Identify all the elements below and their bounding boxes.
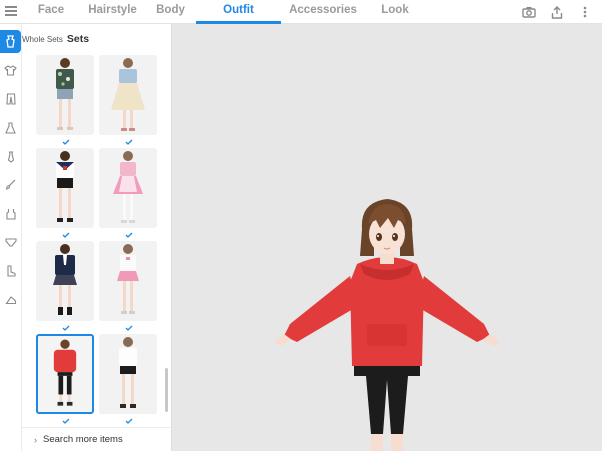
set-red-hoodie-selected[interactable] (36, 334, 94, 414)
top-bar: Face Hairstyle Body Outfit Accessories L… (0, 0, 602, 24)
tab-body[interactable]: Body (145, 0, 196, 24)
avatar-model (274, 199, 500, 451)
check-icon (125, 232, 133, 238)
check-icon (125, 139, 133, 145)
check-icon (62, 325, 70, 331)
sets-grid (36, 55, 160, 443)
hamburger-menu-icon[interactable] (4, 4, 18, 16)
sets-icon[interactable] (0, 30, 21, 53)
camera-icon[interactable] (520, 3, 538, 21)
set-white-top-pink-skirt[interactable] (99, 241, 157, 321)
underwear-icon[interactable] (0, 231, 21, 254)
check-icon (62, 232, 70, 238)
tab-face[interactable]: Face (22, 0, 80, 24)
top-actions (520, 2, 594, 22)
shoes-icon[interactable] (0, 288, 21, 311)
set-floral-shirt-shorts[interactable] (36, 55, 94, 135)
check-icon (62, 139, 70, 145)
breadcrumb-whole-sets[interactable]: Whole Sets (22, 35, 63, 44)
avatar-thumbnail (111, 58, 145, 131)
brush-icon[interactable] (0, 173, 21, 196)
avatar-viewport[interactable] (172, 24, 602, 451)
panel-title: Sets (66, 33, 90, 45)
avatar-thumbnail (113, 151, 143, 223)
more-vertical-icon[interactable] (576, 3, 594, 21)
check-icon (62, 418, 70, 424)
avatar-thumbnail (53, 339, 77, 406)
tie-icon[interactable] (0, 145, 21, 168)
check-icon (125, 418, 133, 424)
search-more-label: Search more items (43, 434, 123, 445)
boots-icon[interactable] (0, 259, 21, 282)
category-rail (0, 24, 22, 451)
check-icon (125, 325, 133, 331)
tab-look[interactable]: Look (365, 0, 425, 24)
set-pink-maid-dress[interactable] (99, 148, 157, 228)
set-navy-blazer[interactable] (36, 241, 94, 321)
avatar-thumbnail (117, 244, 139, 314)
tank-top-icon[interactable] (0, 202, 21, 225)
share-icon[interactable] (548, 3, 566, 21)
set-sailor-uniform[interactable] (36, 148, 94, 228)
shirt-icon[interactable] (0, 59, 21, 82)
panel-header: Whole Sets Sets (22, 33, 89, 47)
avatar-thumbnail (119, 337, 137, 408)
avatar-thumbnail (53, 244, 77, 315)
category-tabs: Face Hairstyle Body Outfit Accessories L… (22, 0, 425, 24)
panel-scrollbar[interactable] (165, 368, 168, 412)
pants-icon[interactable] (0, 87, 21, 110)
set-white-tee-black-shorts[interactable] (99, 334, 157, 414)
set-denim-jacket-cream-skirt[interactable] (99, 55, 157, 135)
dress-icon[interactable] (0, 116, 21, 139)
tab-hairstyle[interactable]: Hairstyle (80, 0, 145, 24)
tab-accessories[interactable]: Accessories (281, 0, 365, 24)
search-more-items-button[interactable]: › Search more items (22, 427, 172, 451)
outfit-panel: Whole Sets Sets › Search more items (22, 24, 172, 451)
chevron-right-icon: › (34, 434, 37, 445)
tab-outfit[interactable]: Outfit (196, 0, 281, 24)
avatar-thumbnail (56, 151, 74, 222)
avatar-thumbnail (56, 58, 74, 130)
